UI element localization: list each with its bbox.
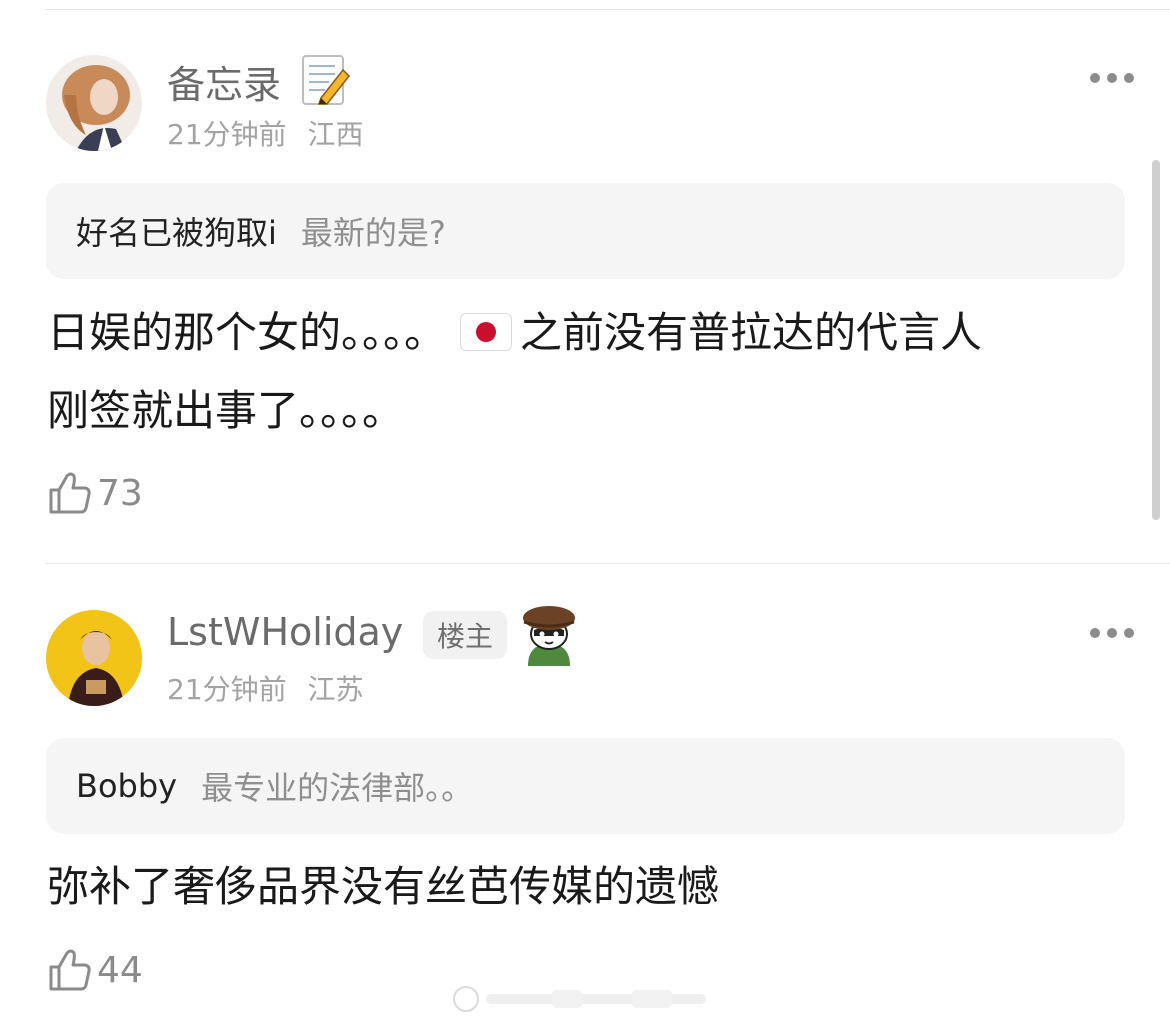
like-count: 44 bbox=[97, 949, 143, 991]
scrollbar[interactable] bbox=[1152, 160, 1160, 520]
location: 江苏 bbox=[307, 673, 364, 706]
memo-pencil-icon bbox=[299, 54, 351, 115]
more-options-icon[interactable] bbox=[1090, 628, 1134, 638]
avatar[interactable] bbox=[46, 55, 142, 151]
timestamp: 21分钟前 bbox=[167, 673, 287, 706]
comment-body: 日娱的那个女的。。。。 之前没有普拉达的代言人 刚签就出事了。。。。 bbox=[47, 308, 983, 435]
reply-quote[interactable]: 好名已被狗取i 最新的是? bbox=[46, 183, 1125, 279]
like-count: 73 bbox=[97, 472, 143, 514]
username[interactable]: LstWHoliday bbox=[167, 610, 403, 654]
comment-meta: 21分钟前 江西 bbox=[167, 113, 364, 153]
top-divider bbox=[45, 9, 1170, 10]
username[interactable]: 备忘录 bbox=[167, 54, 351, 115]
comment-meta: 21分钟前 江苏 bbox=[167, 668, 364, 708]
cat-with-hat-icon bbox=[520, 604, 578, 670]
location: 江西 bbox=[307, 118, 364, 151]
thumbs-up-icon bbox=[49, 472, 91, 514]
thread-owner-badge: 楼主 bbox=[423, 611, 507, 659]
japan-flag-icon bbox=[460, 313, 513, 351]
watermark bbox=[452, 982, 722, 1016]
quoted-username[interactable]: Bobby bbox=[76, 767, 177, 805]
thumbs-up-icon bbox=[49, 949, 91, 991]
quoted-text: 最专业的法律部。。 bbox=[201, 769, 474, 807]
comment-divider bbox=[45, 563, 1170, 564]
reply-quote[interactable]: Bobby 最专业的法律部。。 bbox=[46, 738, 1125, 834]
like-button[interactable]: 44 bbox=[47, 947, 143, 993]
quoted-username[interactable]: 好名已被狗取i bbox=[76, 208, 277, 254]
like-button[interactable]: 73 bbox=[47, 470, 143, 516]
timestamp: 21分钟前 bbox=[167, 118, 287, 151]
more-options-icon[interactable] bbox=[1090, 73, 1134, 83]
avatar[interactable] bbox=[46, 610, 142, 706]
quoted-text: 最新的是? bbox=[300, 214, 446, 252]
comment-body: 弥补了奢侈品界没有丝芭传媒的遗憾 bbox=[47, 862, 720, 911]
